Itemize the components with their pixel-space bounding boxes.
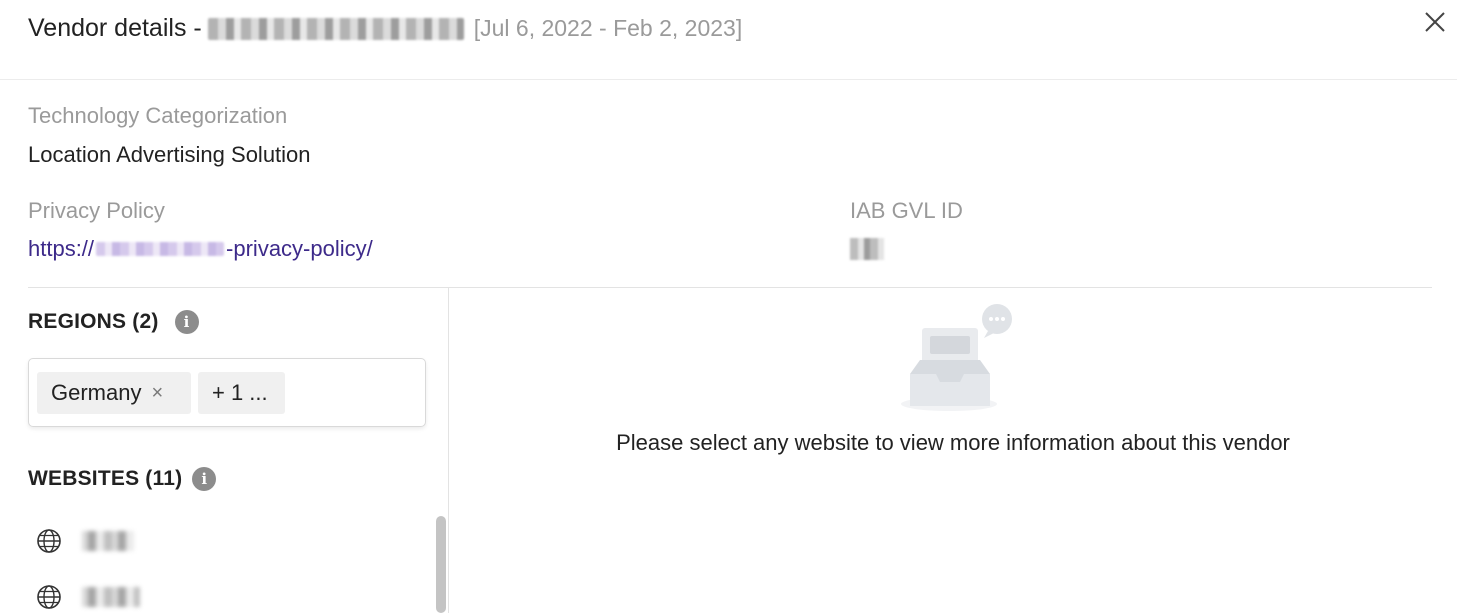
privacy-policy-label: Privacy Policy: [28, 198, 165, 223]
regions-heading-text: REGIONS (2): [28, 310, 159, 333]
chip-label: Germany: [51, 380, 142, 405]
privacy-link-prefix: https://: [28, 236, 95, 261]
redacted-url: [96, 242, 225, 256]
close-icon[interactable]: [1423, 10, 1447, 34]
websites-scrollbar[interactable]: [436, 516, 446, 613]
website-item[interactable]: [36, 584, 140, 610]
privacy-link-suffix: -privacy-policy/: [226, 236, 373, 261]
globe-icon: [37, 585, 61, 609]
dialog-header: Vendor details - [Jul 6, 2022 - Feb 2, 2…: [0, 0, 1457, 80]
remove-chip-icon[interactable]: ×: [151, 382, 163, 405]
websites-heading-text: WEBSITES (11): [28, 467, 183, 490]
inbox-illustration: [896, 300, 1020, 416]
chip-label: + 1 ...: [212, 380, 268, 405]
websites-heading: WEBSITES (11) i: [28, 467, 217, 491]
globe-icon: [37, 529, 61, 553]
empty-state-message: Please select any website to view more i…: [616, 430, 1290, 455]
regions-heading: REGIONS (2) i: [28, 310, 199, 334]
iab-gvl-label: IAB GVL ID: [850, 198, 963, 223]
more-regions-chip[interactable]: + 1 ...: [198, 372, 285, 414]
section-divider: [28, 287, 1432, 288]
technology-value: Location Advertising Solution: [28, 142, 311, 167]
technology-label: Technology Categorization: [28, 103, 288, 128]
title-text: Vendor details -: [28, 14, 202, 42]
redacted-website: [82, 531, 134, 551]
info-icon[interactable]: i: [192, 467, 217, 491]
date-range: [Jul 6, 2022 - Feb 2, 2023]: [473, 15, 743, 41]
website-item[interactable]: [36, 528, 134, 554]
redacted-website: [82, 587, 140, 607]
redacted-vendor-name: [207, 17, 464, 40]
region-chip-germany: Germany ×: [37, 372, 191, 414]
info-icon[interactable]: i: [174, 310, 199, 334]
dialog-title: Vendor details - [Jul 6, 2022 - Feb 2, 2…: [28, 14, 742, 43]
redacted-gvl-id: [850, 238, 884, 260]
privacy-policy-link[interactable]: https:// -privacy-policy/: [28, 236, 373, 262]
regions-select[interactable]: Germany × + 1 ...: [28, 358, 426, 427]
